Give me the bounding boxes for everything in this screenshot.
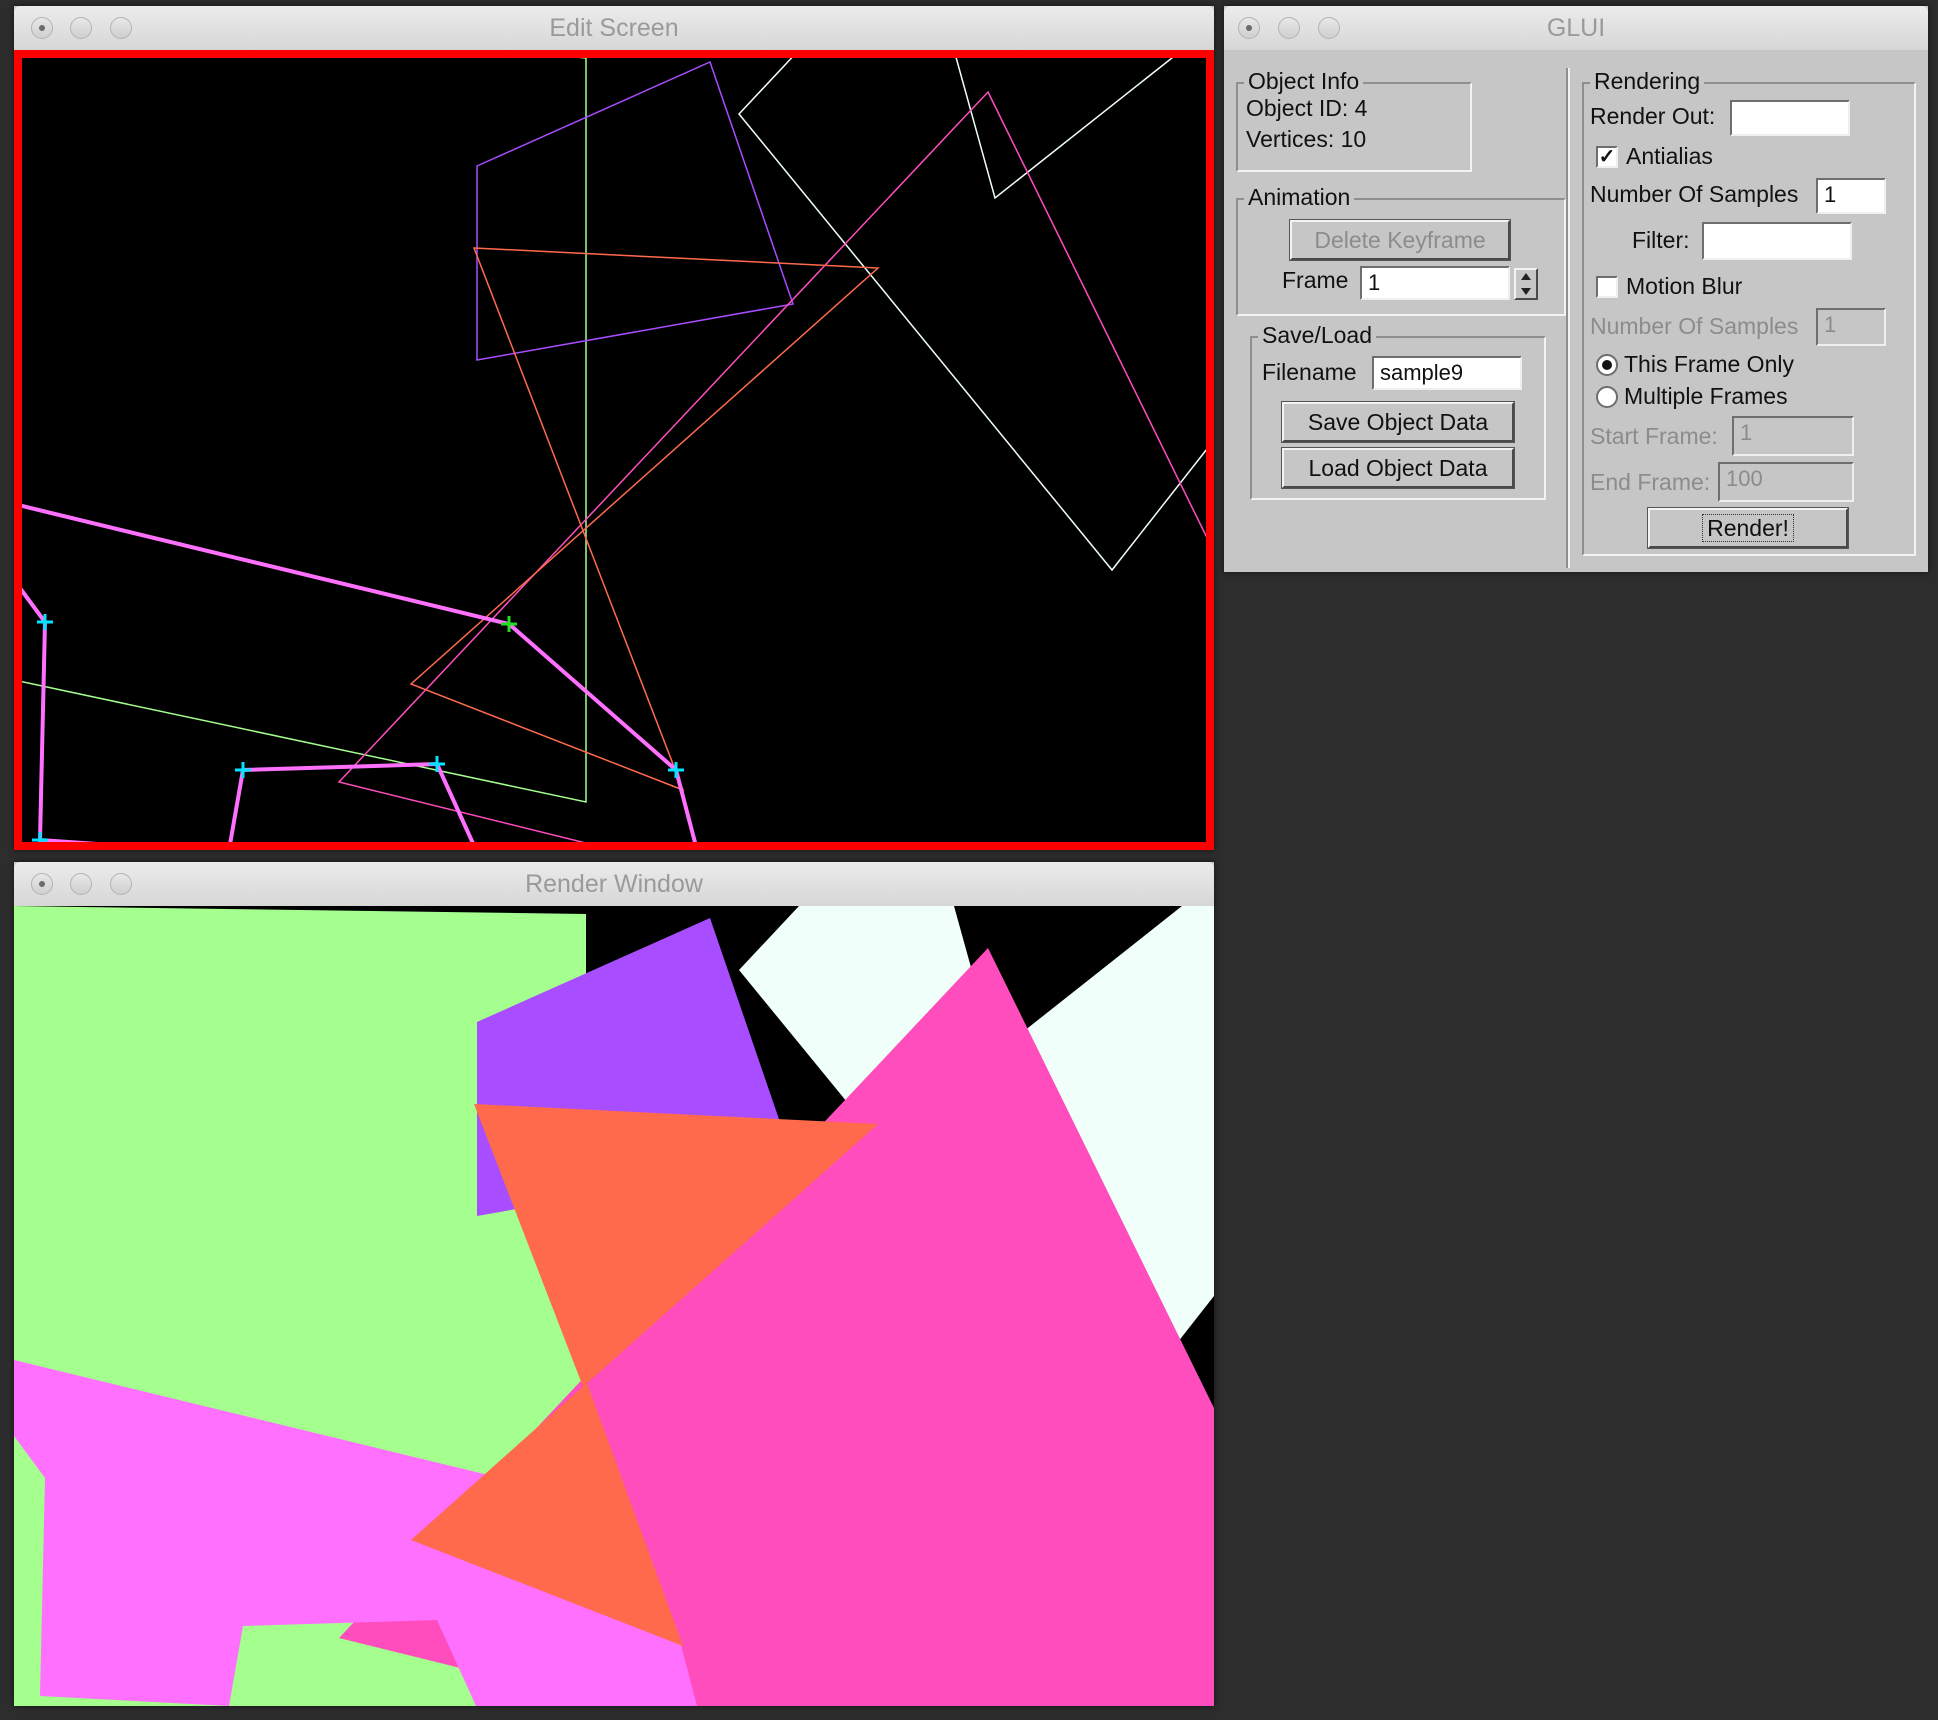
antialias-label: Antialias — [1626, 143, 1713, 169]
filename-input[interactable]: sample9 — [1372, 356, 1522, 390]
glui-window: GLUI Object Info Object ID: 4 Vertices: … — [1224, 6, 1928, 572]
object-id-text: Object ID: 4 — [1246, 95, 1368, 121]
render-window-title: Render Window — [525, 870, 703, 898]
selected-polygon-outline[interactable] — [14, 502, 699, 850]
filter-label: Filter: — [1632, 227, 1690, 253]
edit-screen-title: Edit Screen — [549, 14, 679, 42]
active-selection-frame — [14, 50, 1214, 850]
edit-canvas[interactable] — [14, 50, 1214, 850]
object-info-legend: Object Info — [1244, 68, 1364, 94]
glui-titlebar[interactable]: GLUI — [1224, 6, 1928, 51]
aa-samples-input[interactable]: 1 — [1816, 178, 1886, 214]
delete-keyframe-button[interactable]: Delete Keyframe — [1289, 219, 1511, 261]
frame-input[interactable]: 1 — [1360, 266, 1510, 300]
orange-polygon-outline[interactable] — [409, 247, 880, 792]
save-load-legend: Save/Load — [1258, 322, 1376, 348]
render-window: Render Window — [14, 862, 1214, 1706]
vertex-handle[interactable] — [235, 762, 251, 778]
antialias-checkbox[interactable]: ✓ — [1596, 146, 1618, 168]
pink-polygon-outline[interactable] — [337, 90, 1214, 850]
save-object-data-button[interactable]: Save Object Data — [1281, 401, 1515, 443]
multiple-frames-radio[interactable] — [1596, 386, 1618, 408]
render-out-label: Render Out: — [1590, 103, 1716, 129]
end-frame-input[interactable]: 100 — [1718, 462, 1854, 502]
render-canvas — [14, 906, 1214, 1706]
render-button[interactable]: Render! — [1647, 507, 1849, 549]
white-polygon-outline[interactable] — [738, 50, 1214, 572]
animation-legend: Animation — [1244, 184, 1355, 210]
start-frame-input[interactable]: 1 — [1732, 416, 1854, 456]
render-out-input[interactable] — [1730, 100, 1850, 136]
end-frame-label: End Frame: — [1590, 469, 1711, 495]
mb-samples-input[interactable]: 1 — [1816, 308, 1886, 346]
motion-blur-label: Motion Blur — [1626, 273, 1743, 299]
edit-screen-window: Edit Screen — [14, 6, 1214, 850]
render-canvas-drawing — [14, 906, 1214, 1706]
mb-samples-label: Number Of Samples — [1590, 313, 1799, 339]
render-button-label: Render! — [1702, 514, 1794, 542]
frame-label: Frame — [1282, 267, 1349, 293]
multiple-frames-label: Multiple Frames — [1624, 383, 1788, 409]
edit-canvas-drawing[interactable] — [14, 50, 1214, 850]
edit-screen-titlebar[interactable]: Edit Screen — [14, 6, 1214, 51]
render-window-titlebar[interactable]: Render Window — [14, 862, 1214, 907]
green-polygon-outline[interactable] — [14, 50, 587, 803]
this-frame-only-radio[interactable] — [1596, 354, 1618, 376]
vertices-count-text: Vertices: 10 — [1246, 126, 1367, 152]
glui-title: GLUI — [1546, 14, 1606, 42]
rendering-legend: Rendering — [1590, 68, 1705, 94]
start-frame-label: Start Frame: — [1590, 423, 1718, 449]
filter-input[interactable] — [1702, 222, 1852, 260]
aa-samples-label: Number Of Samples — [1590, 181, 1799, 207]
motion-blur-checkbox[interactable] — [1596, 276, 1618, 298]
glui-panel: Object Info Object ID: 4 Vertices: 10 An… — [1224, 50, 1928, 572]
this-frame-only-label: This Frame Only — [1624, 351, 1794, 377]
frame-spinner[interactable] — [1514, 268, 1538, 300]
load-object-data-button[interactable]: Load Object Data — [1281, 447, 1515, 489]
filename-label: Filename — [1262, 359, 1357, 385]
column-separator — [1566, 68, 1570, 568]
